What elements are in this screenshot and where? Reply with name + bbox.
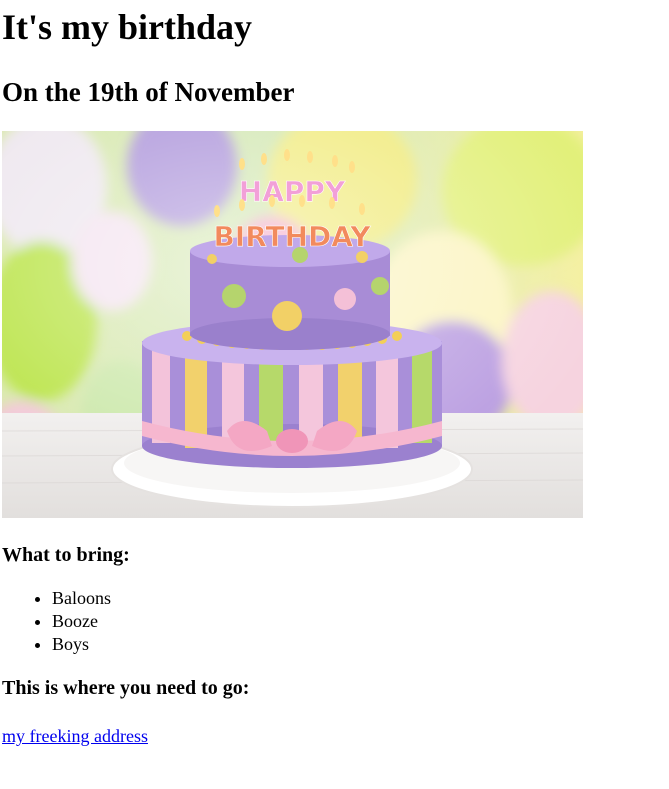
birthday-cake-image: HAPPY BIRTHDAY bbox=[2, 131, 583, 518]
page: It's my birthday On the 19th of November bbox=[0, 0, 669, 747]
bring-list: Baloons Booze Boys bbox=[2, 587, 669, 656]
what-to-bring-heading: What to bring: bbox=[2, 544, 130, 566]
page-subtitle: On the 19th of November bbox=[2, 77, 295, 107]
page-title: It's my birthday bbox=[2, 7, 253, 47]
list-item: Baloons bbox=[52, 587, 669, 610]
directions-heading: This is where you need to go: bbox=[2, 677, 250, 699]
list-item: Boys bbox=[52, 633, 669, 656]
list-item: Booze bbox=[52, 610, 669, 633]
cake-text-birthday: BIRTHDAY bbox=[213, 220, 371, 253]
address-link[interactable]: my freeking address bbox=[2, 725, 148, 747]
